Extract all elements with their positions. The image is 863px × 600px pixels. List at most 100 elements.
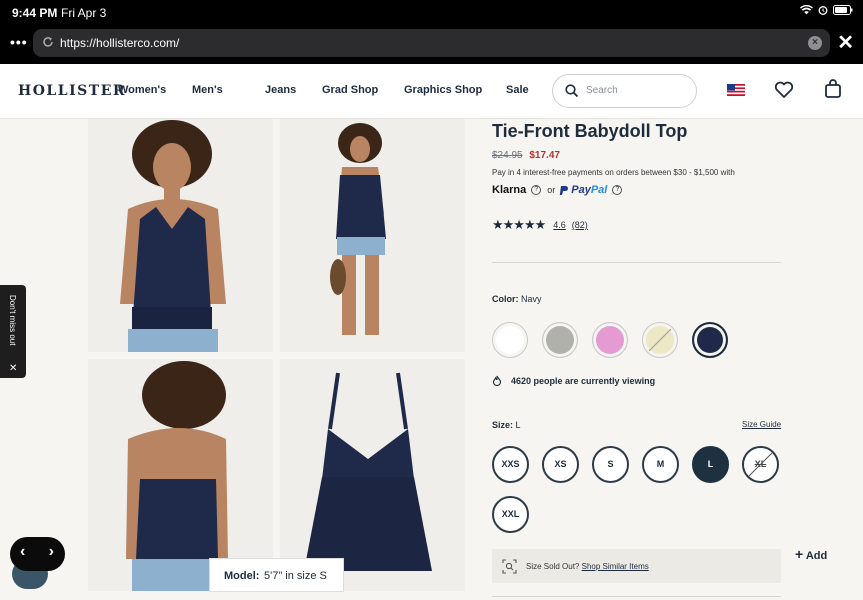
nav-grad-shop[interactable]: Grad Shop [322,84,404,96]
size-sold-out-box: Size Sold Out? Shop Similar Items [492,549,781,583]
klarna-info-icon[interactable]: ? [531,185,542,195]
paypal-a: Pay [571,184,591,196]
main-nav: Women's Men's Jeans Grad Shop Graphics S… [118,84,529,96]
divider [492,596,781,597]
browser-toolbar: ••• https://hollisterco.com/ × ✕ [0,24,863,64]
battery-icon [833,5,853,15]
color-label-row: Color: Navy [492,294,542,304]
paypal-icon [560,185,569,195]
sale-price: $17.47 [529,150,560,161]
paypal-b: Pal [590,184,608,196]
size-option-s[interactable]: S [592,446,629,483]
search-input[interactable]: Search [552,74,697,108]
size-option-xs[interactable]: XS [542,446,579,483]
color-label: Color: [492,294,519,304]
brand-logo[interactable]: HOLLISTER [18,83,126,99]
size-option-xl[interactable]: XL [742,446,779,483]
size-guide-link[interactable]: Size Guide [742,420,781,429]
size-option-label: S [607,459,614,469]
chevron-right-icon[interactable]: › [49,543,54,561]
add-label: Add [805,550,828,562]
carousel-arrows[interactable]: ‹ › [10,537,65,571]
nav-womens[interactable]: Women's [118,84,192,96]
nav-mens[interactable]: Men's [192,84,265,96]
dont-miss-out-tab[interactable]: Don't miss out ✕ [0,285,26,378]
product-image-flat[interactable] [280,359,465,591]
size-option-label: XS [554,459,567,469]
search-icon [565,84,579,98]
klarna-logo[interactable]: Klarna [492,184,526,196]
product-title: Tie-Front Babydoll Top [492,121,688,141]
size-option-l[interactable]: L [692,446,729,483]
color-swatch-white[interactable] [492,322,528,358]
size-option-xxl[interactable]: XXL [492,496,529,533]
model-value: 5'7" in size S [264,570,327,582]
paypal-logo[interactable]: PayPal [571,184,607,196]
nav-jeans[interactable]: Jeans [265,84,322,96]
color-swatch-pink[interactable] [592,322,628,358]
close-icon[interactable]: ✕ [837,30,854,55]
add-button[interactable]: + Add [795,546,827,562]
or-text: or [547,185,556,195]
status-date: Fri Apr 3 [61,6,107,20]
color-value: Navy [521,294,542,304]
sold-out-slash [748,452,773,477]
product-image-front[interactable] [88,119,273,352]
size-option-label: XXL [501,509,520,519]
nav-graphics-shop[interactable]: Graphics Shop [404,84,506,96]
model-label: Model: [224,570,260,582]
installment-text: Pay in 4 interest-free payments on order… [492,168,735,177]
bag-icon[interactable] [824,79,842,99]
alarm-icon [818,6,828,15]
url-text[interactable]: https://hollisterco.com/ [60,36,179,50]
status-icons [800,5,853,15]
nav-sale[interactable]: Sale [506,84,529,96]
sold-out-slash [648,328,672,352]
chevron-left-icon[interactable]: ‹ [20,543,25,561]
size-label: Size: [492,420,514,430]
scan-search-icon [502,559,517,574]
product-image-full-body[interactable] [280,119,465,352]
address-bar[interactable]: https://hollisterco.com/ × [33,29,830,57]
size-label-row: Size: L [492,420,521,430]
clear-url-icon[interactable]: × [808,36,822,50]
size-option-label: L [707,459,714,469]
paypal-info-icon[interactable]: ? [612,185,623,195]
us-flag-icon[interactable] [727,84,745,96]
product-rating[interactable]: ★★★★★ 4.6 (82) [492,217,588,233]
viewing-text: 4620 people are currently viewing [511,375,656,386]
sold-out-text: Size Sold Out? [526,562,580,571]
size-option-xxs[interactable]: XXS [492,446,529,483]
price-row: $24.95 $17.47 [492,150,560,161]
divider [492,262,781,263]
search-placeholder: Search [586,85,618,96]
reload-icon[interactable] [41,35,55,49]
review-count[interactable]: (82) [572,220,588,230]
color-swatch-cream[interactable] [642,322,678,358]
plus-icon: + [795,546,804,562]
original-price: $24.95 [492,150,523,161]
more-icon[interactable]: ••• [10,34,28,50]
product-image-back[interactable] [88,359,273,591]
heart-icon[interactable] [774,81,794,99]
rating-value[interactable]: 4.6 [553,220,566,230]
viewing-notice: 4620 people are currently viewing [492,375,655,386]
ios-status-bar: 9:44 PM Fri Apr 3 [0,0,863,24]
flame-icon [492,375,502,386]
color-swatch-grey[interactable] [542,322,578,358]
shop-similar-link[interactable]: Shop Similar Items [582,562,649,571]
model-size-tag: Model: 5'7" in size S [209,558,344,592]
size-option-label: M [656,459,665,469]
rating-stars-icon: ★★★★★ [492,217,546,232]
payment-options: Klarna ? or PayPal ? [492,184,628,196]
sold-out-question: Size Sold Out? Shop Similar Items [526,562,649,571]
size-option-label: XXS [501,459,520,469]
color-swatch-navy[interactable] [692,322,728,358]
size-value: L [515,420,521,430]
status-time: 9:44 PM [12,6,58,20]
wifi-icon [800,5,813,15]
dont-miss-out-label: Don't miss out [8,295,17,346]
size-option-m[interactable]: M [642,446,679,483]
site-header: HOLLISTER Women's Men's Jeans Grad Shop … [0,64,863,119]
close-icon[interactable]: ✕ [9,363,17,374]
